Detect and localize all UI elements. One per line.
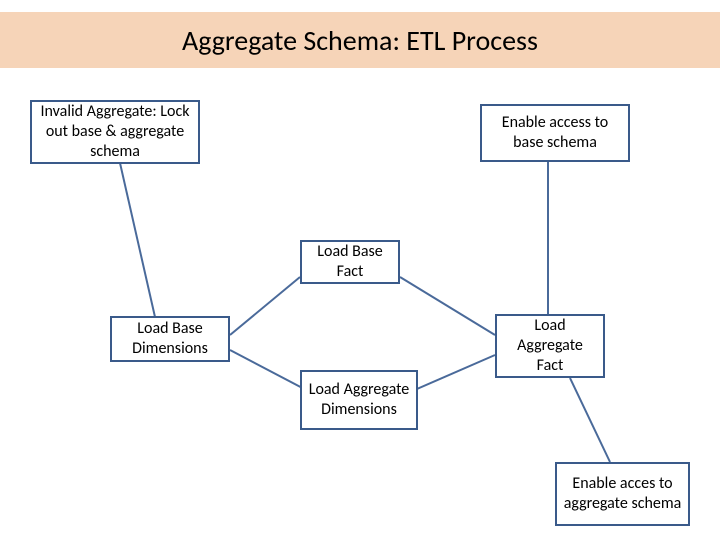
box-load-base-dimensions: Load Base Dimensions — [110, 316, 230, 362]
title-bar: Aggregate Schema: ETL Process — [0, 12, 720, 68]
box-invalid-aggregate: Invalid Aggregate: Lock out base & aggre… — [30, 100, 200, 164]
box-load-base-fact: Load Base Fact — [300, 240, 400, 284]
box-label: Enable access to base schema — [488, 113, 622, 153]
box-label: Load Aggregate Fact — [503, 316, 597, 376]
box-label: Load Base Fact — [308, 242, 392, 282]
page-title: Aggregate Schema: ETL Process — [182, 23, 538, 58]
box-label: Enable acces to aggregate schema — [563, 474, 682, 514]
box-enable-base: Enable access to base schema — [480, 104, 630, 162]
box-enable-aggregate: Enable acces to aggregate schema — [555, 462, 690, 526]
box-label: Load Aggregate Dimensions — [308, 380, 410, 420]
box-load-aggregate-dimensions: Load Aggregate Dimensions — [300, 370, 418, 430]
box-label: Invalid Aggregate: Lock out base & aggre… — [38, 102, 192, 162]
box-load-aggregate-fact: Load Aggregate Fact — [495, 314, 605, 378]
box-label: Load Base Dimensions — [118, 319, 222, 359]
